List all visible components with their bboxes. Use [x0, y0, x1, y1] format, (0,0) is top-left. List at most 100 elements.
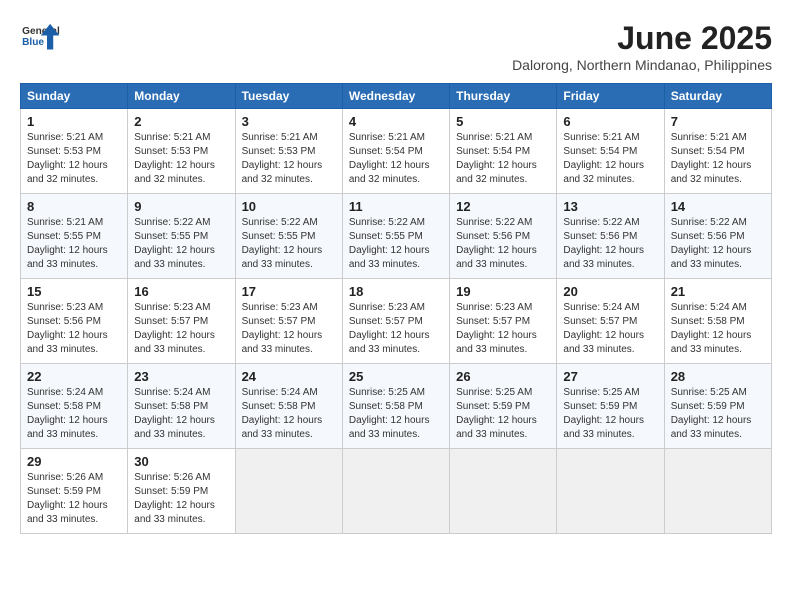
day-info: Sunrise: 5:22 AM Sunset: 5:56 PM Dayligh…	[456, 216, 550, 272]
day-info: Sunrise: 5:21 AM Sunset: 5:54 PM Dayligh…	[671, 131, 765, 187]
day-number: 4	[349, 114, 443, 129]
day-number: 29	[27, 454, 121, 469]
day-info: Sunrise: 5:21 AM Sunset: 5:53 PM Dayligh…	[27, 131, 121, 187]
table-row: 10 Sunrise: 5:22 AM Sunset: 5:55 PM Dayl…	[235, 194, 342, 279]
day-info: Sunrise: 5:26 AM Sunset: 5:59 PM Dayligh…	[27, 471, 121, 527]
svg-text:Blue: Blue	[22, 37, 44, 48]
col-friday: Friday	[557, 84, 664, 109]
col-tuesday: Tuesday	[235, 84, 342, 109]
table-row: 19 Sunrise: 5:23 AM Sunset: 5:57 PM Dayl…	[450, 279, 557, 364]
day-number: 25	[349, 369, 443, 384]
day-number: 23	[134, 369, 228, 384]
day-number: 27	[563, 369, 657, 384]
day-info: Sunrise: 5:23 AM Sunset: 5:57 PM Dayligh…	[456, 301, 550, 357]
day-number: 15	[27, 284, 121, 299]
day-number: 9	[134, 199, 228, 214]
calendar-week-row: 1 Sunrise: 5:21 AM Sunset: 5:53 PM Dayli…	[21, 109, 772, 194]
table-row: 26 Sunrise: 5:25 AM Sunset: 5:59 PM Dayl…	[450, 364, 557, 449]
title-section: June 2025 Dalorong, Northern Mindanao, P…	[512, 20, 772, 73]
day-number: 13	[563, 199, 657, 214]
table-row: 28 Sunrise: 5:25 AM Sunset: 5:59 PM Dayl…	[664, 364, 771, 449]
day-number: 18	[349, 284, 443, 299]
day-number: 26	[456, 369, 550, 384]
day-info: Sunrise: 5:25 AM Sunset: 5:58 PM Dayligh…	[349, 386, 443, 442]
day-number: 12	[456, 199, 550, 214]
day-number: 19	[456, 284, 550, 299]
day-info: Sunrise: 5:24 AM Sunset: 5:57 PM Dayligh…	[563, 301, 657, 357]
calendar-header-row: Sunday Monday Tuesday Wednesday Thursday…	[21, 84, 772, 109]
table-row	[664, 449, 771, 534]
table-row: 20 Sunrise: 5:24 AM Sunset: 5:57 PM Dayl…	[557, 279, 664, 364]
table-row: 27 Sunrise: 5:25 AM Sunset: 5:59 PM Dayl…	[557, 364, 664, 449]
table-row: 30 Sunrise: 5:26 AM Sunset: 5:59 PM Dayl…	[128, 449, 235, 534]
table-row: 12 Sunrise: 5:22 AM Sunset: 5:56 PM Dayl…	[450, 194, 557, 279]
day-info: Sunrise: 5:22 AM Sunset: 5:56 PM Dayligh…	[671, 216, 765, 272]
day-info: Sunrise: 5:24 AM Sunset: 5:58 PM Dayligh…	[27, 386, 121, 442]
day-number: 3	[242, 114, 336, 129]
table-row: 14 Sunrise: 5:22 AM Sunset: 5:56 PM Dayl…	[664, 194, 771, 279]
day-info: Sunrise: 5:25 AM Sunset: 5:59 PM Dayligh…	[563, 386, 657, 442]
day-number: 6	[563, 114, 657, 129]
day-number: 8	[27, 199, 121, 214]
table-row: 18 Sunrise: 5:23 AM Sunset: 5:57 PM Dayl…	[342, 279, 449, 364]
page-header: General Blue June 2025 Dalorong, Norther…	[20, 20, 772, 73]
col-thursday: Thursday	[450, 84, 557, 109]
table-row: 4 Sunrise: 5:21 AM Sunset: 5:54 PM Dayli…	[342, 109, 449, 194]
table-row: 3 Sunrise: 5:21 AM Sunset: 5:53 PM Dayli…	[235, 109, 342, 194]
day-info: Sunrise: 5:21 AM Sunset: 5:54 PM Dayligh…	[563, 131, 657, 187]
day-info: Sunrise: 5:26 AM Sunset: 5:59 PM Dayligh…	[134, 471, 228, 527]
col-saturday: Saturday	[664, 84, 771, 109]
table-row	[450, 449, 557, 534]
day-info: Sunrise: 5:22 AM Sunset: 5:56 PM Dayligh…	[563, 216, 657, 272]
day-number: 17	[242, 284, 336, 299]
day-number: 11	[349, 199, 443, 214]
calendar-title: June 2025	[512, 20, 772, 57]
day-number: 24	[242, 369, 336, 384]
table-row	[342, 449, 449, 534]
table-row	[557, 449, 664, 534]
table-row: 1 Sunrise: 5:21 AM Sunset: 5:53 PM Dayli…	[21, 109, 128, 194]
day-number: 14	[671, 199, 765, 214]
day-info: Sunrise: 5:25 AM Sunset: 5:59 PM Dayligh…	[456, 386, 550, 442]
table-row: 6 Sunrise: 5:21 AM Sunset: 5:54 PM Dayli…	[557, 109, 664, 194]
day-number: 10	[242, 199, 336, 214]
col-wednesday: Wednesday	[342, 84, 449, 109]
day-number: 1	[27, 114, 121, 129]
table-row: 11 Sunrise: 5:22 AM Sunset: 5:55 PM Dayl…	[342, 194, 449, 279]
col-sunday: Sunday	[21, 84, 128, 109]
day-number: 22	[27, 369, 121, 384]
table-row: 7 Sunrise: 5:21 AM Sunset: 5:54 PM Dayli…	[664, 109, 771, 194]
day-info: Sunrise: 5:21 AM Sunset: 5:53 PM Dayligh…	[242, 131, 336, 187]
day-info: Sunrise: 5:23 AM Sunset: 5:56 PM Dayligh…	[27, 301, 121, 357]
table-row: 24 Sunrise: 5:24 AM Sunset: 5:58 PM Dayl…	[235, 364, 342, 449]
calendar-week-row: 29 Sunrise: 5:26 AM Sunset: 5:59 PM Dayl…	[21, 449, 772, 534]
day-info: Sunrise: 5:22 AM Sunset: 5:55 PM Dayligh…	[242, 216, 336, 272]
table-row: 23 Sunrise: 5:24 AM Sunset: 5:58 PM Dayl…	[128, 364, 235, 449]
day-info: Sunrise: 5:21 AM Sunset: 5:53 PM Dayligh…	[134, 131, 228, 187]
table-row: 9 Sunrise: 5:22 AM Sunset: 5:55 PM Dayli…	[128, 194, 235, 279]
table-row: 15 Sunrise: 5:23 AM Sunset: 5:56 PM Dayl…	[21, 279, 128, 364]
table-row: 16 Sunrise: 5:23 AM Sunset: 5:57 PM Dayl…	[128, 279, 235, 364]
day-info: Sunrise: 5:21 AM Sunset: 5:54 PM Dayligh…	[456, 131, 550, 187]
table-row	[235, 449, 342, 534]
logo-icon: General Blue	[20, 20, 60, 55]
day-info: Sunrise: 5:24 AM Sunset: 5:58 PM Dayligh…	[242, 386, 336, 442]
table-row: 2 Sunrise: 5:21 AM Sunset: 5:53 PM Dayli…	[128, 109, 235, 194]
day-number: 7	[671, 114, 765, 129]
day-number: 5	[456, 114, 550, 129]
day-info: Sunrise: 5:25 AM Sunset: 5:59 PM Dayligh…	[671, 386, 765, 442]
calendar-subtitle: Dalorong, Northern Mindanao, Philippines	[512, 57, 772, 73]
day-info: Sunrise: 5:24 AM Sunset: 5:58 PM Dayligh…	[134, 386, 228, 442]
calendar-week-row: 8 Sunrise: 5:21 AM Sunset: 5:55 PM Dayli…	[21, 194, 772, 279]
table-row: 29 Sunrise: 5:26 AM Sunset: 5:59 PM Dayl…	[21, 449, 128, 534]
day-number: 2	[134, 114, 228, 129]
calendar-week-row: 22 Sunrise: 5:24 AM Sunset: 5:58 PM Dayl…	[21, 364, 772, 449]
day-info: Sunrise: 5:23 AM Sunset: 5:57 PM Dayligh…	[349, 301, 443, 357]
table-row: 22 Sunrise: 5:24 AM Sunset: 5:58 PM Dayl…	[21, 364, 128, 449]
day-number: 20	[563, 284, 657, 299]
day-number: 28	[671, 369, 765, 384]
table-row: 5 Sunrise: 5:21 AM Sunset: 5:54 PM Dayli…	[450, 109, 557, 194]
day-info: Sunrise: 5:23 AM Sunset: 5:57 PM Dayligh…	[242, 301, 336, 357]
day-number: 16	[134, 284, 228, 299]
day-info: Sunrise: 5:21 AM Sunset: 5:55 PM Dayligh…	[27, 216, 121, 272]
